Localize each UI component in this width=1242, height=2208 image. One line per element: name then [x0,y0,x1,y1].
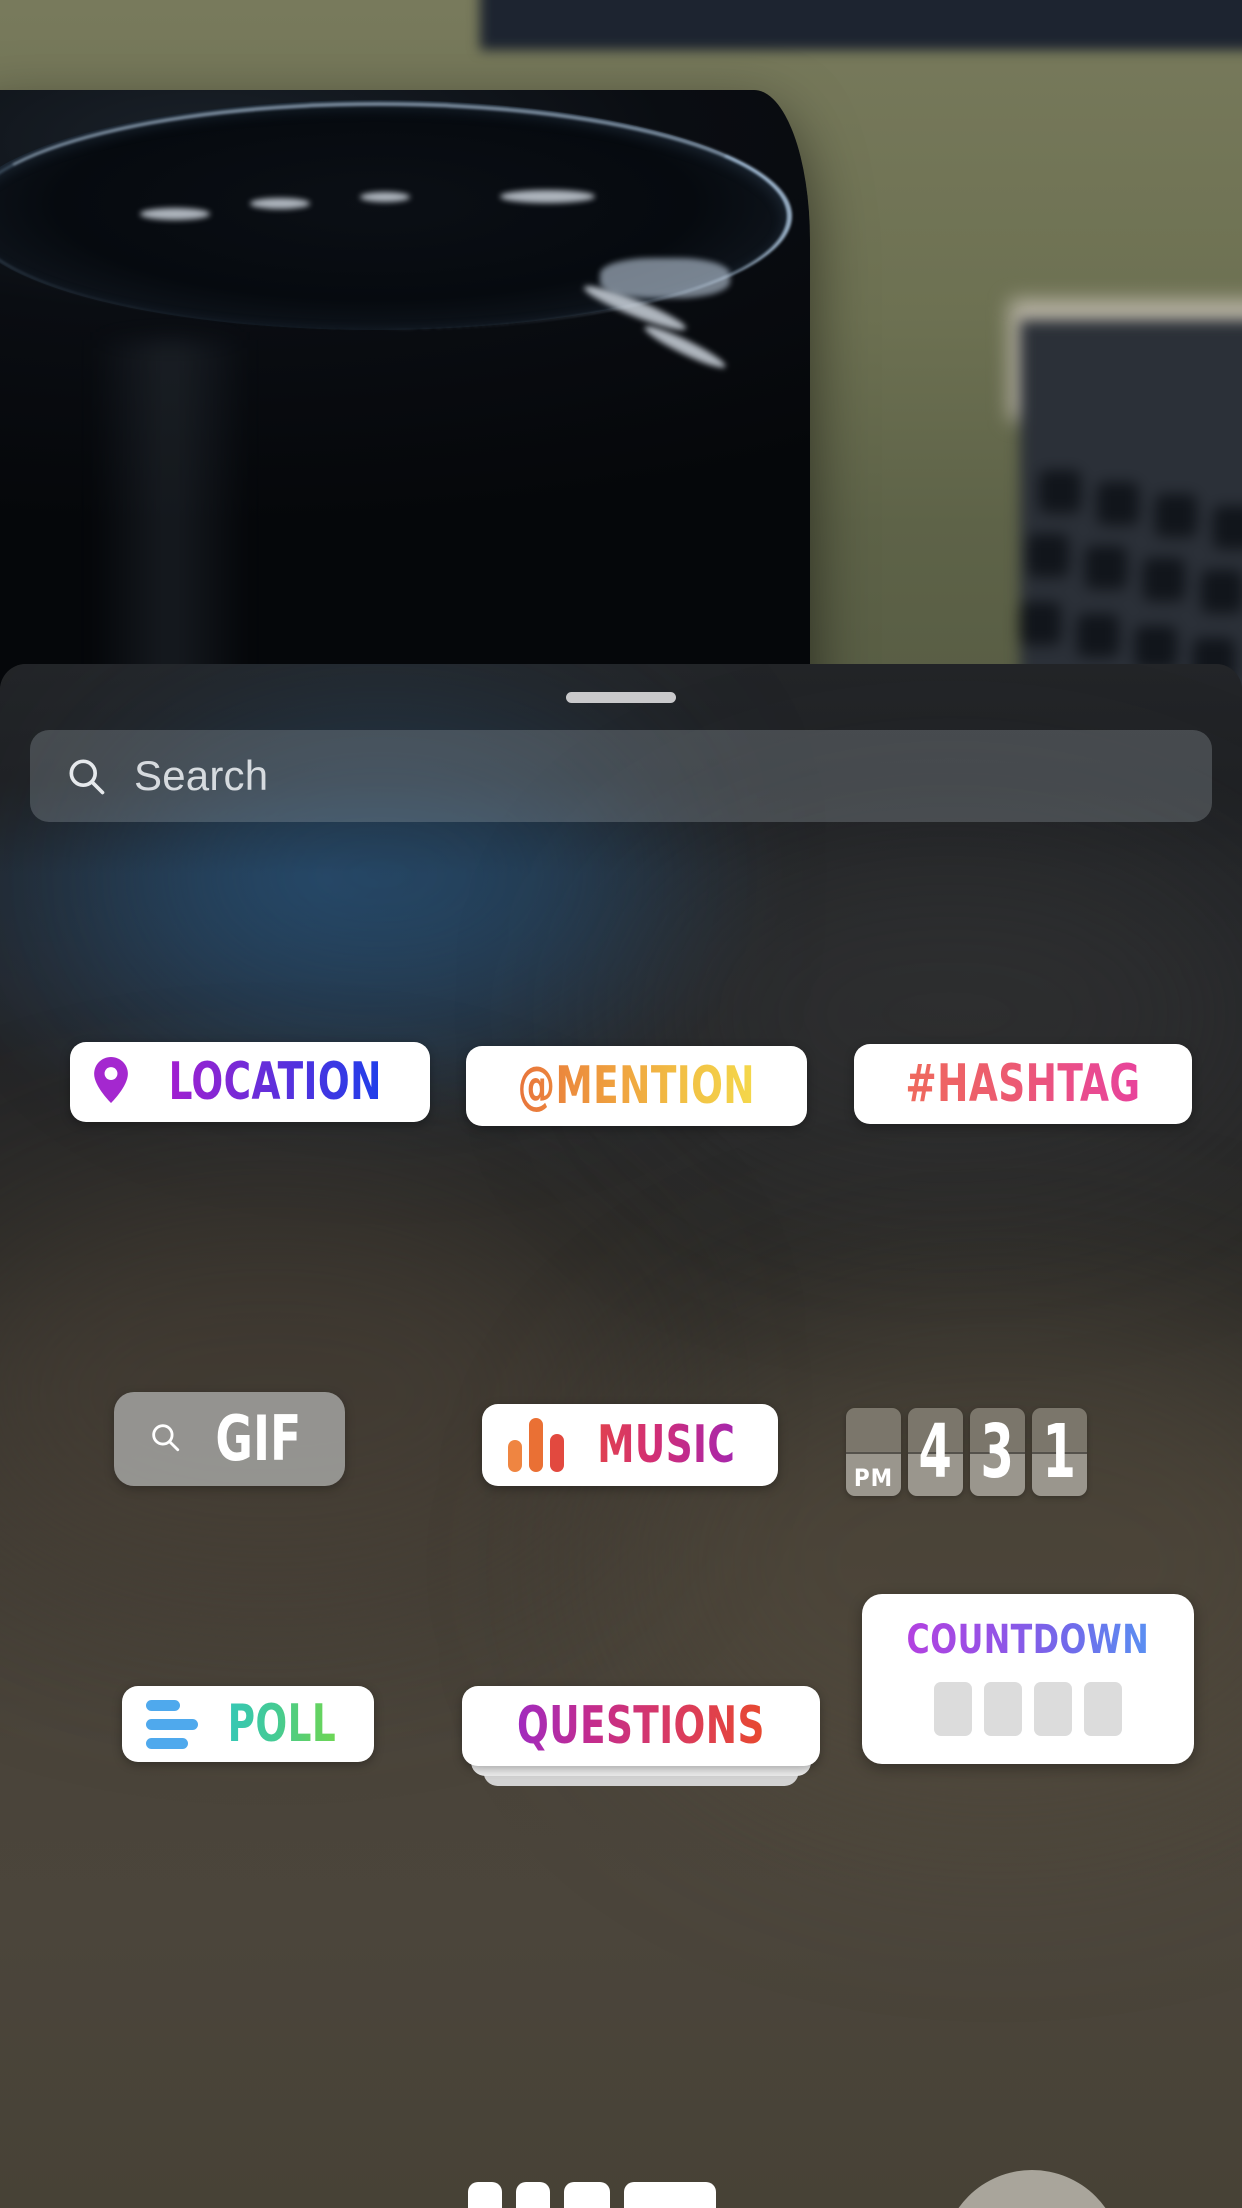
sticker-poll[interactable]: POLL [122,1686,374,1762]
sticker-grid: LOCATION @MENTION #HASHTAG GIF MUSIC PM … [0,664,1242,2208]
flip-clock-icon: PM 4 3 1 [846,1408,1087,1496]
location-pin-icon [92,1056,130,1108]
sticker-hashtag[interactable]: #HASHTAG [854,1044,1192,1124]
story-photo-backdrop [0,0,1242,700]
sticker-countdown[interactable]: COUNTDOWN [862,1594,1194,1764]
keyboard [1020,320,1242,700]
sticker-tray: Search LOCATION @MENTION #HASHTAG GIF MU… [0,664,1242,2208]
dark-panel [480,0,1242,50]
sound-wave-icon [508,1418,564,1472]
sticker-time[interactable]: PM 4 3 1 [846,1408,1087,1496]
sticker-hashtag-label: #HASHTAG [905,1054,1141,1114]
sticker-questions[interactable]: QUESTIONS [462,1686,820,1786]
sticker-mention[interactable]: @MENTION [466,1046,807,1126]
sticker-location-label: LOCATION [168,1052,382,1112]
poll-bars-icon [146,1699,198,1749]
clock-tile: PM [846,1408,901,1496]
clock-tile-value: 4 [918,1409,953,1495]
clock-tile-value: 3 [980,1409,1015,1495]
sticker-mention-label: @MENTION [517,1056,756,1116]
sticker-questions-label: QUESTIONS [516,1696,765,1756]
clock-tile-value: 1 [1042,1409,1077,1495]
countdown-blocks-icon [933,1682,1122,1736]
story-sticker-screen: Search LOCATION @MENTION #HASHTAG GIF MU… [0,0,1242,2208]
clock-tile: 3 [970,1408,1025,1496]
clock-tile-value: PM [853,1464,894,1492]
clock-tile: 4 [908,1408,963,1496]
sticker-location[interactable]: LOCATION [70,1042,431,1122]
mug-highlight [90,340,250,700]
sticker-countdown-label: COUNTDOWN [906,1617,1150,1663]
sticker-poll-label: POLL [227,1694,337,1754]
sticker-music[interactable]: MUSIC [482,1404,779,1486]
sticker-time-partial[interactable] [468,2182,716,2208]
search-icon [148,1420,182,1459]
clock-tile: 1 [1032,1408,1087,1496]
sticker-gif[interactable]: GIF [114,1392,345,1486]
sticker-music-label: MUSIC [597,1415,736,1475]
coffee-mug [0,90,810,700]
sticker-gif-label: GIF [215,1402,302,1475]
